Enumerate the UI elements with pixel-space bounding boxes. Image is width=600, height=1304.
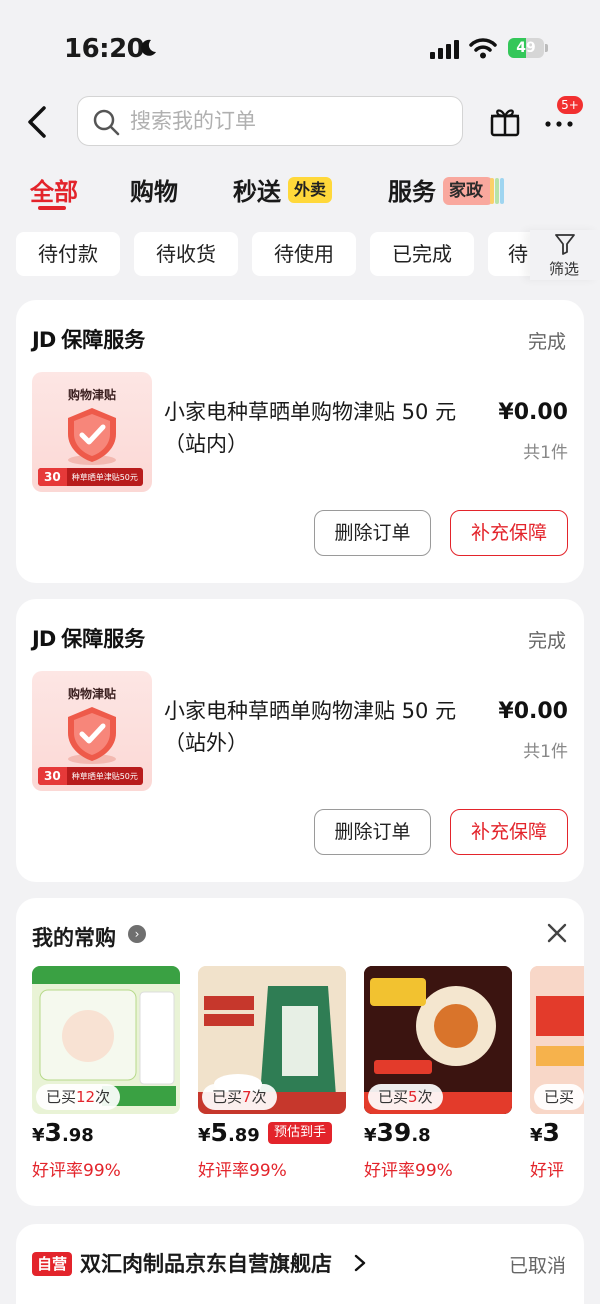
chip-completed[interactable]: 已完成 — [370, 232, 474, 276]
thumbnail-banner: 30 种草晒单津贴50元 — [38, 767, 143, 785]
funnel-icon — [555, 234, 575, 255]
order-type-tabs: 全部 购物 秒送 外卖 服务 家政 — [0, 168, 600, 216]
tab-shopping[interactable]: 购物 — [130, 172, 178, 207]
positive-rating: 好评率99% — [32, 1161, 121, 1181]
order-shop-title: JD 保障服务 — [32, 324, 145, 354]
order-search-input[interactable] — [130, 97, 450, 144]
add-protection-button[interactable]: 补充保障 — [450, 809, 568, 855]
close-icon[interactable] — [546, 922, 568, 944]
message-count-badge: 5+ — [557, 96, 583, 114]
moon-icon — [141, 39, 156, 56]
housekeeping-tag: 家政 — [443, 177, 493, 205]
product-price: ¥0.00 — [498, 400, 568, 425]
purchase-count: 已买7次 — [202, 1084, 277, 1110]
order-shop-name: 保障服务 — [61, 328, 146, 352]
product-image: 已买7次 — [198, 966, 346, 1114]
purchase-count: 已买12次 — [36, 1084, 121, 1110]
chip-pending-use[interactable]: 待使用 — [252, 232, 356, 276]
chip-pending-payment[interactable]: 待付款 — [16, 232, 120, 276]
gift-icon[interactable] — [488, 104, 522, 138]
top-bar: 5+ — [0, 90, 600, 154]
battery-level: 49 — [516, 40, 536, 56]
battery-icon: 49 — [508, 38, 548, 58]
frequent-purchases-card: 我的常购 › 已买12次 ¥3.98 好评率99% 已买7次 ¥5.89 预估到… — [16, 898, 584, 1206]
self-operated-badge: 自营 — [32, 1252, 73, 1276]
filter-label: 筛选 — [548, 260, 579, 278]
status-filter-chips: 待付款 待收货 待使用 已完成 待 — [0, 230, 600, 280]
add-protection-button[interactable]: 补充保障 — [450, 510, 568, 556]
tag-stripes-decoration — [490, 178, 504, 204]
order-card[interactable]: 自营 双汇肉制品京东自营旗舰店 已取消 — [16, 1224, 584, 1304]
order-shop-title: JD 保障服务 — [32, 623, 145, 653]
purchase-count: 已买5次 — [368, 1084, 443, 1110]
info-icon[interactable]: › — [128, 925, 146, 943]
order-status: 完成 — [527, 630, 566, 652]
product-name[interactable]: 小家电种草晒单购物津贴 50 元（站内） — [164, 396, 490, 460]
item-count: 共1件 — [523, 742, 568, 762]
tab-instant-delivery[interactable]: 秒送 — [233, 172, 281, 207]
positive-rating: 好评率99% — [198, 1161, 287, 1181]
product-image: 已买12次 — [32, 966, 180, 1114]
tab-services[interactable]: 服务 — [388, 172, 436, 207]
order-search-box[interactable] — [77, 96, 463, 146]
chevron-right-icon[interactable] — [354, 1254, 366, 1272]
estimated-price-tag: 预估到手 — [268, 1122, 333, 1144]
item-price: ¥3.98 — [32, 1118, 94, 1147]
search-icon — [93, 109, 120, 136]
product-image: 已买 — [530, 966, 584, 1114]
product-thumbnail[interactable]: 购物津贴 30 种草晒单津贴50元 — [32, 372, 152, 492]
item-count: 共1件 — [523, 443, 568, 463]
product-image: 已买5次 — [364, 966, 512, 1114]
item-price: ¥5.89 — [198, 1118, 260, 1147]
shield-check-icon — [68, 408, 116, 465]
delete-order-button[interactable]: 删除订单 — [314, 510, 431, 556]
jd-logo: JD — [32, 627, 56, 651]
thumbnail-title: 购物津贴 — [67, 687, 116, 701]
thumbnail-banner: 30 种草晒单津贴50元 — [38, 468, 143, 486]
wifi-icon — [469, 38, 497, 59]
purchase-count: 已买 — [534, 1084, 584, 1110]
filter-button[interactable]: 筛选 — [530, 230, 600, 280]
status-bar: 16:20 49 — [0, 0, 600, 96]
order-status: 已取消 — [508, 1255, 566, 1277]
takeout-tag: 外卖 — [288, 177, 333, 203]
order-card[interactable]: JD 保障服务 完成 购物津贴 30 种草晒单津贴50元 小家电种草晒单购物津贴 … — [16, 599, 584, 882]
product-price: ¥0.00 — [498, 699, 568, 724]
active-tab-indicator — [38, 206, 66, 210]
status-time: 16:20 — [64, 34, 145, 64]
back-icon[interactable] — [24, 104, 52, 140]
tab-all[interactable]: 全部 — [30, 172, 78, 207]
product-thumbnail[interactable]: 购物津贴 30 种草晒单津贴50元 — [32, 671, 152, 791]
thumbnail-amount: 30 — [38, 468, 67, 486]
item-price: ¥3 — [530, 1118, 560, 1147]
jd-logo: JD — [32, 328, 56, 352]
thumbnail-title: 购物津贴 — [67, 388, 116, 402]
store-name[interactable]: 双汇肉制品京东自营旗舰店 — [80, 1248, 332, 1278]
chip-pending-receipt[interactable]: 待收货 — [134, 232, 238, 276]
frequent-items-row: 已买12次 ¥3.98 好评率99% 已买7次 ¥5.89 预估到手 好评率99… — [32, 966, 584, 1186]
frequent-purchases-title: 我的常购 — [32, 926, 116, 950]
positive-rating: 好评率99% — [364, 1161, 453, 1181]
order-status: 完成 — [527, 331, 566, 353]
positive-rating: 好评 — [530, 1161, 564, 1181]
shield-check-icon — [68, 707, 116, 764]
thumbnail-caption: 种草晒单津贴50元 — [71, 771, 138, 781]
order-shop-name: 保障服务 — [61, 627, 146, 651]
thumbnail-amount: 30 — [38, 767, 67, 785]
product-name[interactable]: 小家电种草晒单购物津贴 50 元（站外） — [164, 695, 490, 759]
item-price: ¥39.8 — [364, 1118, 431, 1147]
thumbnail-caption: 种草晒单津贴50元 — [71, 472, 138, 482]
order-card[interactable]: JD 保障服务 完成 购物津贴 30 种草晒单津贴50元 小家电种草晒单购物津贴 … — [16, 300, 584, 583]
delete-order-button[interactable]: 删除订单 — [314, 809, 431, 855]
cellular-signal-icon — [430, 40, 459, 59]
